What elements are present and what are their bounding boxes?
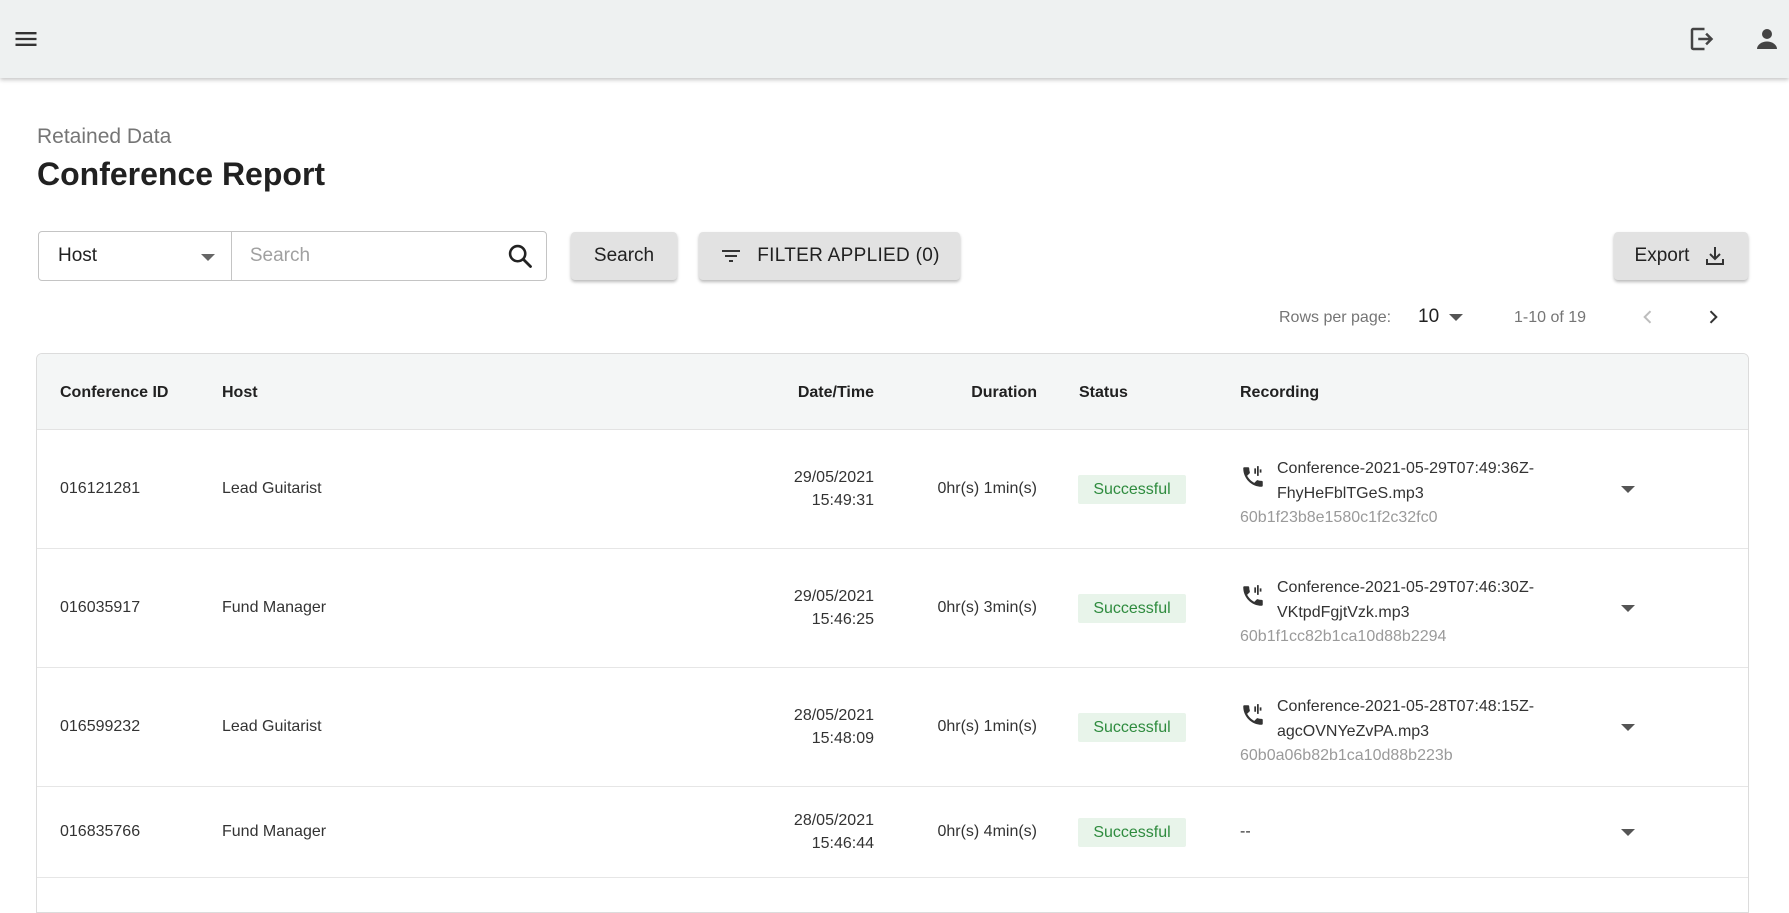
filter-button-label: FILTER APPLIED (0) (757, 245, 940, 266)
recording-filename-line1: Conference-2021-05-28T07:48:15Z- (1277, 698, 1535, 715)
expand-row-chevron-down-icon[interactable] (1621, 724, 1635, 731)
expand-row-chevron-down-icon[interactable] (1621, 605, 1635, 612)
date-time: 29/05/2021 15:49:31 (677, 466, 874, 512)
date: 28/05/2021 (793, 707, 874, 724)
time: 15:49:31 (811, 492, 874, 509)
conference-id: 016599232 (60, 718, 141, 735)
top-app-bar (0, 0, 1789, 78)
recording-empty: -- (1240, 823, 1251, 840)
logout-button[interactable] (1682, 19, 1722, 59)
rows-per-page-label: Rows per page: (1279, 309, 1392, 326)
table-row[interactable]: 016835766 Fund Manager 28/05/2021 15:46:… (37, 787, 1748, 878)
status-badge: Successful (1078, 594, 1186, 623)
recording-filename-line2: FhyHeFblTGeS.mp3 (1277, 485, 1424, 502)
recording-filename-line1: Conference-2021-05-29T07:46:30Z- (1277, 579, 1535, 596)
date-time: 29/05/2021 15:46:25 (677, 585, 874, 631)
table-row[interactable] (37, 878, 1748, 912)
account-button[interactable] (1747, 19, 1787, 59)
filter-icon (719, 244, 743, 268)
time: 15:46:44 (811, 835, 874, 852)
host-name: Fund Manager (222, 599, 327, 616)
search-icon-button[interactable] (495, 232, 546, 280)
phone-recording-icon (1243, 466, 1263, 487)
column-header-host[interactable]: Host (222, 384, 258, 402)
time: 15:46:25 (811, 611, 874, 628)
filter-button[interactable]: FILTER APPLIED (0) (699, 232, 960, 280)
date-time: 28/05/2021 15:48:09 (677, 704, 874, 750)
expand-row-chevron-down-icon[interactable] (1621, 486, 1635, 493)
chevron-down-icon (200, 254, 215, 261)
search-input[interactable] (231, 232, 495, 280)
column-header-status[interactable]: Status (1079, 384, 1128, 402)
breadcrumb: Retained Data (37, 125, 172, 148)
phone-recording-icon (1243, 704, 1263, 725)
duration: 0hr(s) 1min(s) (937, 480, 1037, 497)
recording-filename-line2: VKtpdFgjtVzk.mp3 (1277, 604, 1410, 621)
date-time: 28/05/2021 15:46:44 (677, 809, 874, 855)
recording-filename[interactable]: Conference-2021-05-28T07:48:15Z- agcOVNY… (1277, 694, 1577, 744)
conference-id: 016835766 (60, 823, 141, 840)
pagination-range: 1-10 of 19 (1514, 309, 1587, 326)
duration: 0hr(s) 3min(s) (937, 599, 1037, 616)
previous-page-button[interactable] (1636, 301, 1660, 333)
recording-filename-line1: Conference-2021-05-29T07:49:36Z- (1277, 460, 1535, 477)
logout-icon (1690, 27, 1714, 51)
phone-recording-icon (1243, 585, 1263, 606)
column-header-conference-id[interactable]: Conference ID (60, 384, 168, 402)
rows-per-page-select[interactable]: 10 (1418, 304, 1464, 330)
host-name: Lead Guitarist (222, 718, 322, 735)
conference-id: 016035917 (60, 599, 141, 616)
table-header: Conference ID Host Date/Time Duration St… (37, 354, 1748, 430)
recording-filename[interactable]: Conference-2021-05-29T07:46:30Z- VKtpdFg… (1277, 575, 1577, 625)
next-page-button[interactable] (1701, 301, 1725, 333)
recording-filename[interactable]: Conference-2021-05-29T07:49:36Z- FhyHeFb… (1277, 456, 1577, 506)
chevron-left-icon (1643, 310, 1652, 324)
column-header-duration[interactable]: Duration (897, 384, 1037, 402)
conference-table: Conference ID Host Date/Time Duration St… (36, 353, 1749, 913)
table-row[interactable]: 016121281 Lead Guitarist 29/05/2021 15:4… (37, 430, 1748, 549)
export-button[interactable]: Export (1614, 232, 1748, 280)
chevron-down-icon (1449, 313, 1464, 321)
recording-hash: 60b1f23b8e1580c1f2c32fc0 (1240, 509, 1438, 526)
date: 29/05/2021 (793, 588, 874, 605)
host-name: Fund Manager (222, 823, 327, 840)
recording-hash: 60b0a06b82b1ca10d88b223b (1240, 747, 1453, 764)
table-row[interactable]: 016035917 Fund Manager 29/05/2021 15:46:… (37, 549, 1748, 668)
export-button-label: Export (1634, 245, 1690, 266)
date: 29/05/2021 (793, 469, 874, 486)
conference-id: 016121281 (60, 480, 141, 497)
expand-row-chevron-down-icon[interactable] (1621, 829, 1635, 836)
user-icon (1757, 29, 1777, 49)
date: 28/05/2021 (793, 812, 874, 829)
table-row[interactable]: 016599232 Lead Guitarist 28/05/2021 15:4… (37, 668, 1748, 787)
rows-per-page-value: 10 (1418, 306, 1440, 327)
status-badge: Successful (1078, 713, 1186, 742)
column-header-recording[interactable]: Recording (1240, 384, 1319, 402)
page-title: Conference Report (37, 156, 326, 192)
menu-icon (15, 32, 37, 46)
search-button-label: Search (593, 245, 655, 266)
status-badge: Successful (1078, 475, 1186, 504)
time: 15:48:09 (811, 730, 874, 747)
duration: 0hr(s) 4min(s) (937, 823, 1037, 840)
download-icon (1703, 244, 1727, 268)
menu-button[interactable] (6, 19, 46, 59)
search-group: Host (38, 231, 547, 281)
column-header-datetime[interactable]: Date/Time (677, 384, 874, 402)
search-field-select[interactable]: Host (39, 232, 232, 280)
duration: 0hr(s) 1min(s) (937, 718, 1037, 735)
chevron-right-icon (1709, 310, 1718, 324)
search-field-value: Host (58, 245, 98, 266)
search-icon (509, 244, 533, 268)
recording-filename-line2: agcOVNYeZvPA.mp3 (1277, 723, 1430, 740)
search-button[interactable]: Search (571, 232, 677, 280)
host-name: Lead Guitarist (222, 480, 322, 497)
status-badge: Successful (1078, 818, 1186, 847)
recording-hash: 60b1f1cc82b1ca10d88b2294 (1240, 628, 1447, 645)
